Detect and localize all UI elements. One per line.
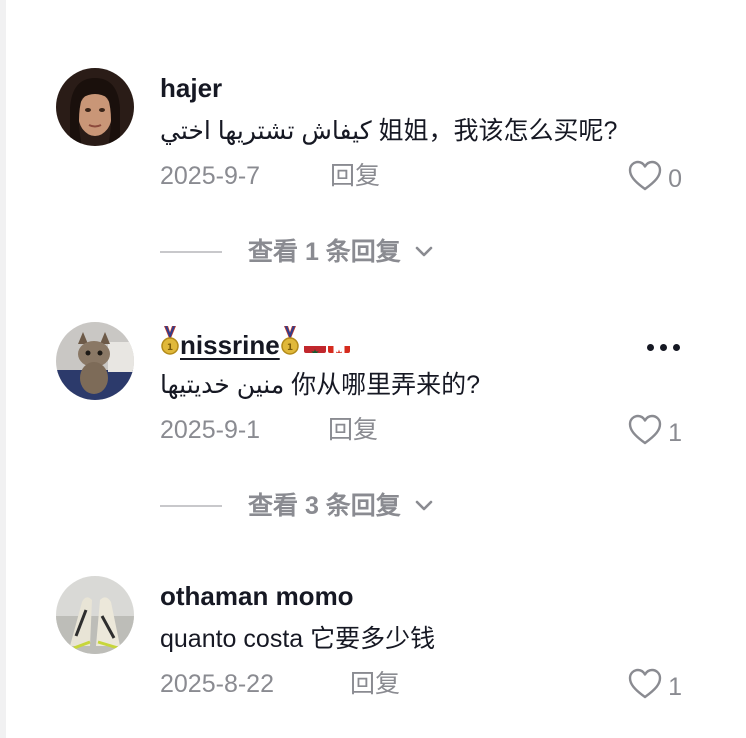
- more-dots-icon[interactable]: [647, 344, 680, 351]
- view-replies-button[interactable]: 查看 3 条回复: [160, 490, 433, 522]
- morocco-flag-icon: [303, 337, 326, 353]
- like-count: 1: [668, 672, 682, 701]
- avatar[interactable]: [56, 322, 134, 400]
- medal-icon: 1: [280, 325, 300, 363]
- view-replies-button[interactable]: 查看 1 条回复: [160, 236, 433, 268]
- heart-outline-icon: [628, 160, 662, 197]
- svg-text:1: 1: [287, 343, 293, 353]
- username-text: nissrine: [180, 329, 280, 360]
- reply-button[interactable]: 回复: [328, 414, 378, 446]
- reply-button[interactable]: 回复: [350, 668, 400, 700]
- left-edge: [0, 0, 6, 738]
- svg-text:1: 1: [167, 343, 173, 353]
- comment-date: 2025-9-7: [160, 162, 261, 190]
- avatar[interactable]: [56, 576, 134, 654]
- chevron-down-icon: [415, 246, 433, 258]
- chevron-down-icon: [415, 500, 433, 512]
- medal-icon: 1: [160, 325, 180, 363]
- comment-date: 2025-9-1: [160, 416, 261, 444]
- like-button[interactable]: 0: [628, 160, 682, 197]
- reply-button[interactable]: 回复: [330, 160, 380, 192]
- like-button[interactable]: 1: [628, 668, 682, 705]
- divider: [160, 251, 222, 253]
- heart-outline-icon: [628, 668, 662, 705]
- username[interactable]: hajer: [160, 72, 222, 104]
- comment-text: quanto costa 它要多少钱: [160, 625, 436, 653]
- comment-text: كيفاش تشتريها اختي 姐姐，我该怎么买呢?: [160, 117, 618, 145]
- avatar[interactable]: [56, 68, 134, 146]
- comment-text: منين خديتيها 你从哪里弄来的?: [160, 371, 481, 399]
- comment-date: 2025-8-22: [160, 670, 274, 698]
- canada-flag-icon: [327, 337, 350, 353]
- username[interactable]: 1 nissrine 1: [160, 325, 350, 363]
- like-count: 0: [668, 164, 682, 193]
- view-replies-label: 查看 1 条回复: [248, 238, 401, 266]
- view-replies-label: 查看 3 条回复: [248, 492, 401, 520]
- divider: [160, 505, 222, 507]
- like-count: 1: [668, 418, 682, 447]
- like-button[interactable]: 1: [628, 414, 682, 451]
- username[interactable]: othaman momo: [160, 580, 354, 612]
- heart-outline-icon: [628, 414, 662, 451]
